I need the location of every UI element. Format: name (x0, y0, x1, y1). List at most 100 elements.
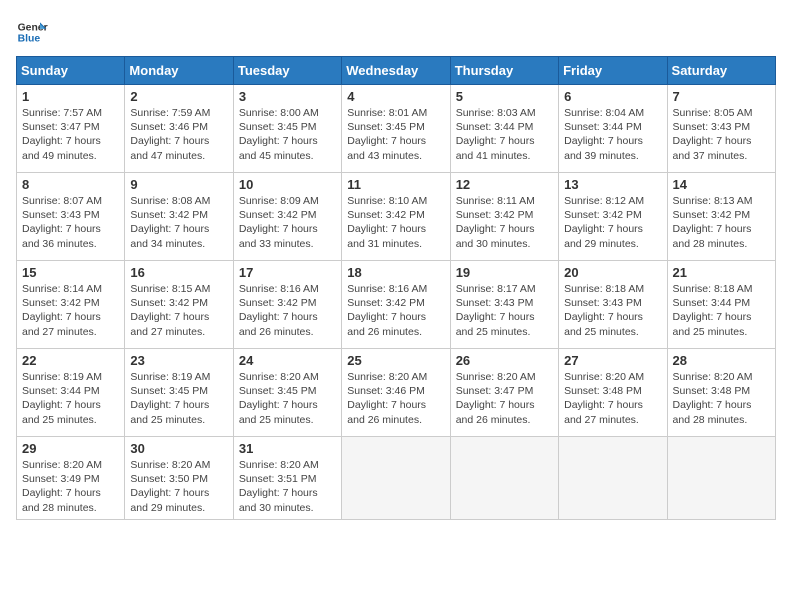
day-info: Sunrise: 8:20 AM Sunset: 3:46 PM Dayligh… (347, 370, 444, 427)
day-number: 15 (22, 265, 119, 280)
day-number: 10 (239, 177, 336, 192)
day-info: Sunrise: 8:04 AM Sunset: 3:44 PM Dayligh… (564, 106, 661, 163)
day-info: Sunrise: 8:14 AM Sunset: 3:42 PM Dayligh… (22, 282, 119, 339)
day-cell-21: 21 Sunrise: 8:18 AM Sunset: 3:44 PM Dayli… (667, 261, 775, 349)
col-header-sunday: Sunday (17, 57, 125, 85)
day-number: 7 (673, 89, 770, 104)
col-header-wednesday: Wednesday (342, 57, 450, 85)
col-header-friday: Friday (559, 57, 667, 85)
day-info: Sunrise: 8:20 AM Sunset: 3:51 PM Dayligh… (239, 458, 336, 515)
day-info: Sunrise: 8:20 AM Sunset: 3:49 PM Dayligh… (22, 458, 119, 515)
day-cell-13: 13 Sunrise: 8:12 AM Sunset: 3:42 PM Dayli… (559, 173, 667, 261)
day-number: 12 (456, 177, 553, 192)
logo: General Blue (16, 16, 54, 48)
page-header: General Blue (16, 16, 776, 48)
day-number: 5 (456, 89, 553, 104)
day-info: Sunrise: 8:16 AM Sunset: 3:42 PM Dayligh… (347, 282, 444, 339)
day-info: Sunrise: 8:00 AM Sunset: 3:45 PM Dayligh… (239, 106, 336, 163)
day-number: 27 (564, 353, 661, 368)
day-cell-4: 4 Sunrise: 8:01 AM Sunset: 3:45 PM Daylig… (342, 85, 450, 173)
day-cell-7: 7 Sunrise: 8:05 AM Sunset: 3:43 PM Daylig… (667, 85, 775, 173)
day-number: 31 (239, 441, 336, 456)
day-number: 17 (239, 265, 336, 280)
day-cell-14: 14Sunrise: 8:13 AM Sunset: 3:42 PM Dayli… (667, 173, 775, 261)
empty-cell (559, 437, 667, 520)
day-cell-15: 15 Sunrise: 8:14 AM Sunset: 3:42 PM Dayli… (17, 261, 125, 349)
day-cell-19: 19Sunrise: 8:17 AM Sunset: 3:43 PM Dayli… (450, 261, 558, 349)
day-info: Sunrise: 8:20 AM Sunset: 3:45 PM Dayligh… (239, 370, 336, 427)
day-cell-1: 1Sunrise: 7:57 AM Sunset: 3:47 PM Daylig… (17, 85, 125, 173)
day-cell-9: 9 Sunrise: 8:08 AM Sunset: 3:42 PM Daylig… (125, 173, 233, 261)
col-header-monday: Monday (125, 57, 233, 85)
day-info: Sunrise: 8:13 AM Sunset: 3:42 PM Dayligh… (673, 194, 770, 251)
header-row: SundayMondayTuesdayWednesdayThursdayFrid… (17, 57, 776, 85)
col-header-thursday: Thursday (450, 57, 558, 85)
day-number: 18 (347, 265, 444, 280)
day-cell-28: 28 Sunrise: 8:20 AM Sunset: 3:48 PM Dayli… (667, 349, 775, 437)
day-cell-30: 30 Sunrise: 8:20 AM Sunset: 3:50 PM Dayli… (125, 437, 233, 520)
day-cell-6: 6 Sunrise: 8:04 AM Sunset: 3:44 PM Daylig… (559, 85, 667, 173)
day-cell-12: 12 Sunrise: 8:11 AM Sunset: 3:42 PM Dayli… (450, 173, 558, 261)
day-cell-2: 2 Sunrise: 7:59 AM Sunset: 3:46 PM Daylig… (125, 85, 233, 173)
day-cell-25: 25 Sunrise: 8:20 AM Sunset: 3:46 PM Dayli… (342, 349, 450, 437)
day-number: 8 (22, 177, 119, 192)
day-number: 11 (347, 177, 444, 192)
day-number: 2 (130, 89, 227, 104)
day-info: Sunrise: 8:18 AM Sunset: 3:44 PM Dayligh… (673, 282, 770, 339)
svg-text:Blue: Blue (18, 34, 41, 45)
day-cell-10: 10 Sunrise: 8:09 AM Sunset: 3:42 PM Dayli… (233, 173, 341, 261)
day-number: 13 (564, 177, 661, 192)
day-info: Sunrise: 7:59 AM Sunset: 3:46 PM Dayligh… (130, 106, 227, 163)
day-info: Sunrise: 8:03 AM Sunset: 3:44 PM Dayligh… (456, 106, 553, 163)
week-row-5: 29 Sunrise: 8:20 AM Sunset: 3:49 PM Dayli… (17, 437, 776, 520)
empty-cell (667, 437, 775, 520)
day-number: 28 (673, 353, 770, 368)
day-cell-22: 22 Sunrise: 8:19 AM Sunset: 3:44 PM Dayli… (17, 349, 125, 437)
day-number: 4 (347, 89, 444, 104)
day-number: 30 (130, 441, 227, 456)
day-info: Sunrise: 8:17 AM Sunset: 3:43 PM Dayligh… (456, 282, 553, 339)
empty-cell (450, 437, 558, 520)
day-number: 20 (564, 265, 661, 280)
day-cell-8: 8 Sunrise: 8:07 AM Sunset: 3:43 PM Daylig… (17, 173, 125, 261)
day-info: Sunrise: 7:57 AM Sunset: 3:47 PM Dayligh… (22, 106, 119, 163)
day-info: Sunrise: 8:20 AM Sunset: 3:50 PM Dayligh… (130, 458, 227, 515)
day-cell-26: 26Sunrise: 8:20 AM Sunset: 3:47 PM Dayli… (450, 349, 558, 437)
day-number: 29 (22, 441, 119, 456)
day-cell-11: 11 Sunrise: 8:10 AM Sunset: 3:42 PM Dayli… (342, 173, 450, 261)
day-info: Sunrise: 8:09 AM Sunset: 3:42 PM Dayligh… (239, 194, 336, 251)
day-cell-3: 3Sunrise: 8:00 AM Sunset: 3:45 PM Daylig… (233, 85, 341, 173)
day-info: Sunrise: 8:20 AM Sunset: 3:47 PM Dayligh… (456, 370, 553, 427)
day-info: Sunrise: 8:08 AM Sunset: 3:42 PM Dayligh… (130, 194, 227, 251)
day-number: 25 (347, 353, 444, 368)
day-cell-18: 18 Sunrise: 8:16 AM Sunset: 3:42 PM Dayli… (342, 261, 450, 349)
week-row-1: 1Sunrise: 7:57 AM Sunset: 3:47 PM Daylig… (17, 85, 776, 173)
calendar: SundayMondayTuesdayWednesdayThursdayFrid… (16, 56, 776, 520)
day-number: 9 (130, 177, 227, 192)
day-info: Sunrise: 8:11 AM Sunset: 3:42 PM Dayligh… (456, 194, 553, 251)
day-cell-31: 31 Sunrise: 8:20 AM Sunset: 3:51 PM Dayli… (233, 437, 341, 520)
day-cell-16: 16 Sunrise: 8:15 AM Sunset: 3:42 PM Dayli… (125, 261, 233, 349)
day-info: Sunrise: 8:05 AM Sunset: 3:43 PM Dayligh… (673, 106, 770, 163)
day-number: 6 (564, 89, 661, 104)
day-cell-24: 24Sunrise: 8:20 AM Sunset: 3:45 PM Dayli… (233, 349, 341, 437)
day-info: Sunrise: 8:15 AM Sunset: 3:42 PM Dayligh… (130, 282, 227, 339)
day-info: Sunrise: 8:07 AM Sunset: 3:43 PM Dayligh… (22, 194, 119, 251)
day-number: 22 (22, 353, 119, 368)
logo-icon: General Blue (16, 16, 48, 48)
week-row-2: 8 Sunrise: 8:07 AM Sunset: 3:43 PM Daylig… (17, 173, 776, 261)
week-row-4: 22 Sunrise: 8:19 AM Sunset: 3:44 PM Dayli… (17, 349, 776, 437)
day-info: Sunrise: 8:19 AM Sunset: 3:45 PM Dayligh… (130, 370, 227, 427)
day-info: Sunrise: 8:12 AM Sunset: 3:42 PM Dayligh… (564, 194, 661, 251)
day-info: Sunrise: 8:20 AM Sunset: 3:48 PM Dayligh… (673, 370, 770, 427)
day-info: Sunrise: 8:10 AM Sunset: 3:42 PM Dayligh… (347, 194, 444, 251)
day-info: Sunrise: 8:20 AM Sunset: 3:48 PM Dayligh… (564, 370, 661, 427)
day-number: 21 (673, 265, 770, 280)
day-number: 23 (130, 353, 227, 368)
day-info: Sunrise: 8:19 AM Sunset: 3:44 PM Dayligh… (22, 370, 119, 427)
day-cell-23: 23 Sunrise: 8:19 AM Sunset: 3:45 PM Dayli… (125, 349, 233, 437)
week-row-3: 15 Sunrise: 8:14 AM Sunset: 3:42 PM Dayli… (17, 261, 776, 349)
day-info: Sunrise: 8:01 AM Sunset: 3:45 PM Dayligh… (347, 106, 444, 163)
day-cell-29: 29 Sunrise: 8:20 AM Sunset: 3:49 PM Dayli… (17, 437, 125, 520)
day-number: 16 (130, 265, 227, 280)
